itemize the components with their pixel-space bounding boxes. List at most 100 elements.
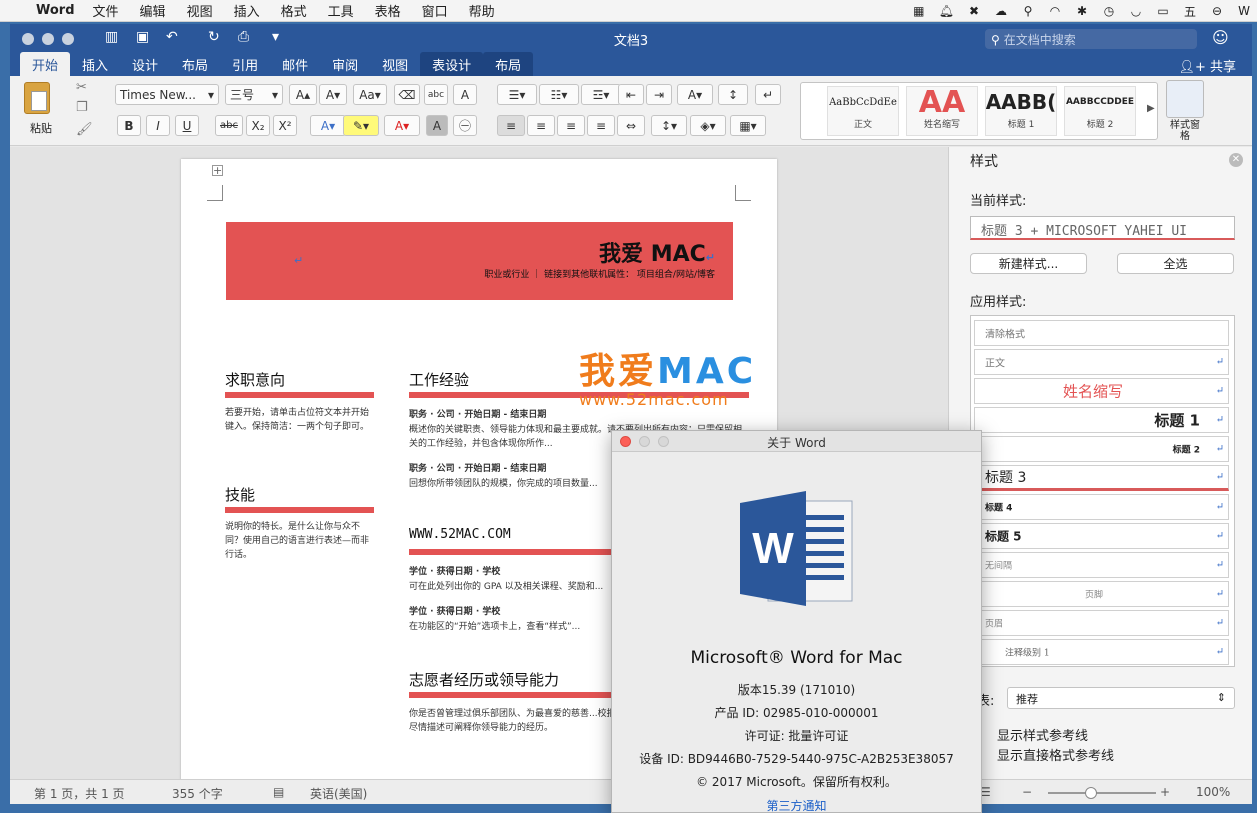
volunteer-heading[interactable]: 志愿者经历或领导能力 xyxy=(409,669,559,690)
bold-button[interactable]: B xyxy=(117,115,141,136)
share-button[interactable]: 👤︎+ 共享 xyxy=(1178,56,1236,75)
style-heading1[interactable]: 标题 1 ↵ xyxy=(974,407,1229,433)
paste-icon[interactable] xyxy=(24,82,50,114)
feedback-smiley-icon[interactable]: ☺ xyxy=(1212,28,1229,47)
italic-button[interactable]: I xyxy=(146,115,170,136)
show-style-guides-checkbox[interactable]: 显示样式参考线 xyxy=(997,725,1088,744)
table-move-handle-icon[interactable]: + xyxy=(212,165,223,176)
wifi-icon[interactable]: ◡ xyxy=(1129,4,1143,18)
experience-heading[interactable]: 工作经验 xyxy=(409,369,469,390)
tab-references[interactable]: 引用 xyxy=(220,52,270,76)
style-heading5[interactable]: 标题 5 ↵ xyxy=(974,523,1229,549)
menu-help[interactable]: 帮助 xyxy=(469,1,495,20)
education-heading[interactable]: WWW.52MAC.COM xyxy=(409,527,511,542)
grow-font-button[interactable]: A▴ xyxy=(289,84,317,105)
cross-app-icon[interactable]: ✖ xyxy=(967,4,981,18)
proofing-icon[interactable]: ▤ xyxy=(273,785,284,799)
objective-body[interactable]: 若要开始，请单击占位符文本并开始键入。保持简洁：一两个句子即可。 xyxy=(225,406,373,434)
menu-insert[interactable]: 插入 xyxy=(234,1,260,20)
history-icon[interactable]: ◷ xyxy=(1102,4,1116,18)
font-name-select[interactable]: Times New... ▾ xyxy=(115,84,219,105)
app-menu[interactable]: Word xyxy=(36,3,75,18)
menu-format[interactable]: 格式 xyxy=(281,1,307,20)
zoom-slider[interactable] xyxy=(1048,792,1156,794)
tab-home[interactable]: 开始 xyxy=(20,52,71,76)
skills-heading[interactable]: 技能 xyxy=(225,484,255,505)
tab-design[interactable]: 设计 xyxy=(120,52,170,76)
subscript-button[interactable]: X₂ xyxy=(246,115,270,136)
skills-body[interactable]: 说明你的特长。是什么让你与众不同？使用自己的语言进行表述—而非行话。 xyxy=(225,520,373,562)
phonetic-guide-icon[interactable]: abc xyxy=(424,84,448,105)
tab-table-design[interactable]: 表设计 xyxy=(420,52,484,76)
cut-icon[interactable]: ✂ xyxy=(76,80,87,95)
input-method-icon[interactable]: 五 xyxy=(1183,3,1197,20)
edu1-title[interactable]: 学位 · 获得日期 · 学校 xyxy=(409,565,500,579)
zoom-level[interactable]: 100% xyxy=(1196,785,1230,799)
style-header[interactable]: 页眉 ↵ xyxy=(974,610,1229,636)
banner-subtitle[interactable]: 职业或行业 ｜ 链接到其他联机属性： 项目组合/网站/博客 xyxy=(484,267,715,280)
sort-icon[interactable]: ↕ xyxy=(718,84,748,105)
bullets-icon[interactable]: ☰▾ xyxy=(497,84,537,105)
search-input[interactable]: ⚲ 在文档中搜索 xyxy=(985,29,1197,49)
tab-mailings[interactable]: 邮件 xyxy=(270,52,320,76)
tab-table-layout[interactable]: 布局 xyxy=(483,52,534,76)
align-left-icon[interactable]: ≡ xyxy=(497,115,525,136)
copy-icon[interactable]: ❐ xyxy=(76,100,88,115)
numbering-icon[interactable]: ☷▾ xyxy=(539,84,579,105)
line-spacing-icon[interactable]: ↕▾ xyxy=(651,115,687,136)
settings-tool-icon[interactable]: ✱ xyxy=(1075,4,1089,18)
zoom-slider-thumb[interactable] xyxy=(1085,787,1098,799)
style-no-spacing[interactable]: 无间隔 ↵ xyxy=(974,552,1229,578)
menu-window[interactable]: 窗口 xyxy=(422,1,448,20)
justify-icon[interactable]: ≡ xyxy=(587,115,615,136)
close-icon[interactable]: ✕ xyxy=(1229,153,1243,167)
user-initial[interactable]: W xyxy=(1237,4,1251,18)
strikethrough-button[interactable]: abc xyxy=(215,115,243,136)
style-clear-formatting[interactable]: 清除格式 xyxy=(974,320,1229,346)
menu-edit[interactable]: 编辑 xyxy=(140,1,166,20)
style-footer[interactable]: 页脚 ↵ xyxy=(974,581,1229,607)
align-right-icon[interactable]: ≡ xyxy=(557,115,585,136)
enclose-character-icon[interactable]: ㊀ xyxy=(453,115,477,136)
superscript-button[interactable]: X² xyxy=(273,115,297,136)
style-annotation-level1[interactable]: 注释级别 1 ↵ xyxy=(974,639,1229,665)
show-direct-guides-checkbox[interactable]: 显示直接格式参考线 xyxy=(997,745,1114,764)
page-count[interactable]: 第 1 页，共 1 页 xyxy=(34,785,125,802)
gallery-style-heading2[interactable]: AABBCCDDEE 标题 2 xyxy=(1064,86,1136,136)
text-effects-icon[interactable]: A▾ xyxy=(310,115,346,136)
menu-view[interactable]: 视图 xyxy=(187,1,213,20)
current-style-field[interactable]: 标题 3 + MICROSOFT YAHEI UI xyxy=(970,216,1235,240)
tab-review[interactable]: 审阅 xyxy=(320,52,370,76)
style-initials[interactable]: 姓名缩写 ↵ xyxy=(974,378,1229,404)
multilevel-list-icon[interactable]: ☲▾ xyxy=(581,84,621,105)
shading-icon[interactable]: ◈▾ xyxy=(690,115,726,136)
minus-circle-icon[interactable]: ⊖ xyxy=(1210,4,1224,18)
tab-view[interactable]: 视图 xyxy=(370,52,420,76)
shrink-font-button[interactable]: A▾ xyxy=(319,84,347,105)
third-party-notices-link[interactable]: 第三方通知 xyxy=(612,797,981,812)
menu-file[interactable]: 文件 xyxy=(93,1,119,20)
cloud-icon[interactable]: ☁ xyxy=(994,4,1008,18)
select-all-button[interactable]: 全选 xyxy=(1117,253,1234,274)
gallery-style-initials[interactable]: AA 姓名缩写 xyxy=(906,86,978,136)
style-heading2[interactable]: 标题 2 ↵ xyxy=(974,436,1229,462)
styles-pane-button[interactable] xyxy=(1166,80,1204,118)
zoom-in-icon[interactable]: + xyxy=(1160,785,1170,799)
header-banner[interactable]: ↵ 我爱 MAC↵ 职业或行业 ｜ 链接到其他联机属性： 项目组合/网站/博客 xyxy=(226,222,733,300)
grid-icon[interactable]: ▦ xyxy=(912,4,926,18)
show-marks-icon[interactable]: ↵ xyxy=(755,84,781,105)
character-border-icon[interactable]: A xyxy=(453,84,477,105)
styles-pane-label[interactable]: 样式窗格 xyxy=(1170,120,1200,142)
bell-icon[interactable]: 🔔︎ xyxy=(939,4,954,18)
increase-indent-icon[interactable]: ⇥ xyxy=(646,84,672,105)
objective-heading[interactable]: 求职意向 xyxy=(225,369,285,390)
change-case-button[interactable]: Aa▾ xyxy=(353,84,387,105)
style-normal[interactable]: 正文 ↵ xyxy=(974,349,1229,375)
format-painter-icon[interactable]: 🖌︎ xyxy=(76,122,93,137)
battery-icon[interactable]: ▭ xyxy=(1156,4,1170,18)
style-heading4[interactable]: 标题 4 ↵ xyxy=(974,494,1229,520)
tab-layout[interactable]: 布局 xyxy=(170,52,220,76)
clear-formatting-icon[interactable]: ⌫ xyxy=(394,84,420,105)
align-center-icon[interactable]: ≡ xyxy=(527,115,555,136)
paste-label[interactable]: 粘贴 xyxy=(30,120,52,136)
